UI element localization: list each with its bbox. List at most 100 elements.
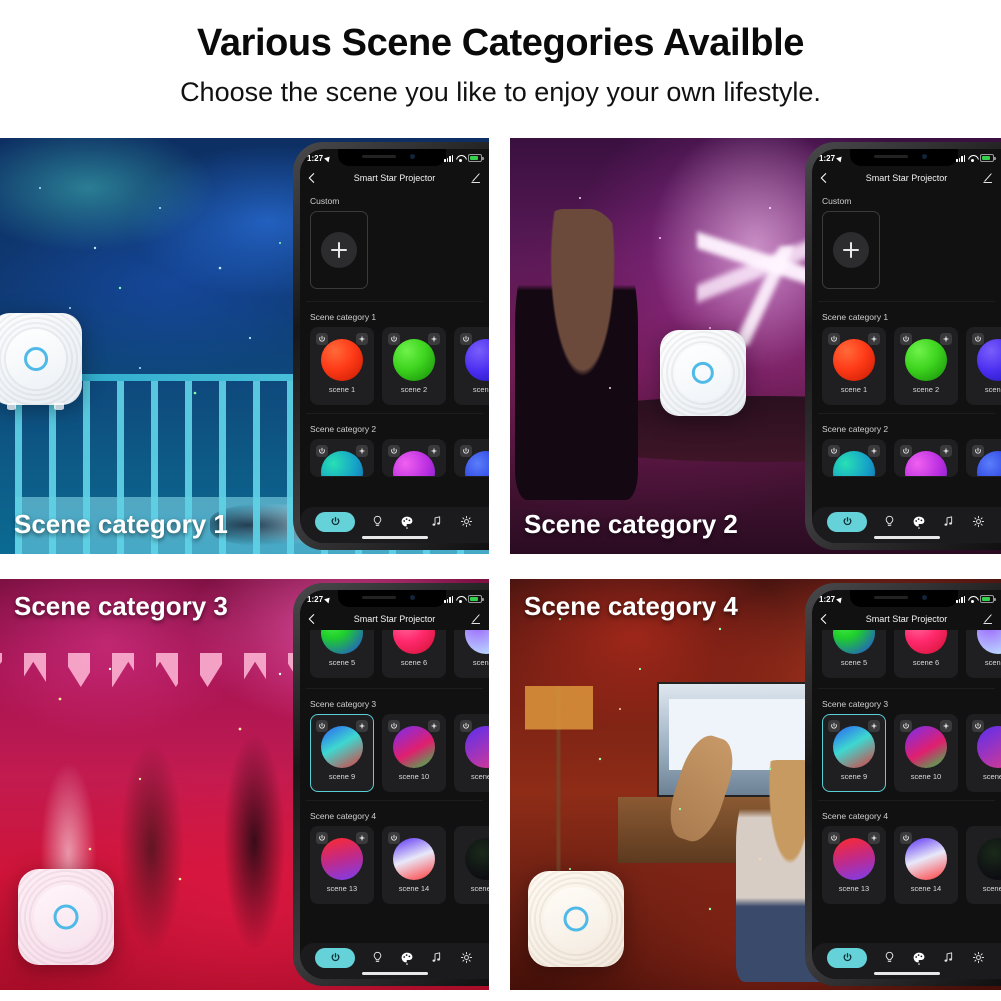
scene-card[interactable] <box>382 439 446 477</box>
pencil-edit-icon[interactable] <box>470 173 481 184</box>
scene-row-category-1[interactable]: scene 1 scene 2 scen <box>300 327 489 405</box>
scene-list[interactable]: Custom Scene category 1 scene 1 scene 2 … <box>812 189 1001 507</box>
palette-icon[interactable] <box>911 514 926 529</box>
power-toggle-icon[interactable] <box>460 720 472 732</box>
scene-card[interactable]: scene 11 <box>454 714 489 792</box>
power-toggle-icon[interactable] <box>900 720 912 732</box>
scene-card[interactable]: scene 5 <box>310 630 374 678</box>
sparkle-star-icon[interactable] <box>356 720 368 732</box>
scene-card[interactable]: scene 14 <box>894 826 958 904</box>
power-toggle-icon[interactable] <box>972 445 984 457</box>
scene-card[interactable]: scene 2 <box>894 327 958 405</box>
music-note-icon[interactable] <box>941 514 956 529</box>
bulb-icon[interactable] <box>370 514 385 529</box>
sparkle-star-icon[interactable] <box>356 832 368 844</box>
palette-icon[interactable] <box>911 950 926 965</box>
power-toggle-button[interactable] <box>827 511 868 532</box>
power-toggle-icon[interactable] <box>316 832 328 844</box>
scene-row-category-2[interactable] <box>812 439 1001 477</box>
palette-icon[interactable] <box>399 514 414 529</box>
scene-row-partial-top[interactable]: scene 5 scene 6 scene 7 <box>812 630 1001 678</box>
sparkle-star-icon[interactable] <box>356 445 368 457</box>
scene-card[interactable]: scene 7 <box>966 630 1001 678</box>
sparkle-star-icon[interactable] <box>428 333 440 345</box>
scene-list[interactable]: scene 5 scene 6 scene 7 <box>812 630 1001 943</box>
sparkle-star-icon[interactable] <box>428 720 440 732</box>
power-toggle-icon[interactable] <box>972 720 984 732</box>
sparkle-star-icon[interactable] <box>428 445 440 457</box>
scene-list[interactable]: Custom Scene category 1 scene 1 scene 2 … <box>300 189 489 507</box>
scene-row-category-3[interactable]: scene 9 scene 10 scene <box>300 714 489 792</box>
pencil-edit-icon[interactable] <box>982 173 993 184</box>
power-toggle-icon[interactable] <box>828 333 840 345</box>
bulb-icon[interactable] <box>882 514 897 529</box>
power-toggle-button[interactable] <box>315 511 356 532</box>
power-toggle-button[interactable] <box>827 947 868 968</box>
scene-card[interactable]: scene 1 <box>310 327 374 405</box>
scene-card[interactable] <box>966 439 1001 477</box>
scene-card-selected[interactable]: scene 9 <box>310 714 374 792</box>
scene-row-category-2[interactable] <box>300 439 489 477</box>
scene-card[interactable]: scene 2 <box>382 327 446 405</box>
scene-row-category-1[interactable]: scene 1 scene 2 scen <box>812 327 1001 405</box>
scene-card[interactable]: scene 10 <box>382 714 446 792</box>
power-toggle-icon[interactable] <box>828 832 840 844</box>
music-note-icon[interactable] <box>941 950 956 965</box>
music-note-icon[interactable] <box>429 514 444 529</box>
sparkle-star-icon[interactable] <box>868 720 880 732</box>
power-toggle-button[interactable] <box>315 947 356 968</box>
scene-card[interactable]: scene 3 <box>454 327 489 405</box>
chevron-left-icon[interactable] <box>820 614 827 625</box>
power-toggle-icon[interactable] <box>828 445 840 457</box>
scene-card[interactable]: scene 3 <box>966 327 1001 405</box>
scene-card-selected[interactable]: scene 9 <box>822 714 886 792</box>
pencil-edit-icon[interactable] <box>470 614 481 625</box>
palette-icon[interactable] <box>399 950 414 965</box>
power-toggle-icon[interactable] <box>460 445 472 457</box>
sparkle-star-icon[interactable] <box>868 445 880 457</box>
scene-row-category-4[interactable]: scene 13 scene 14 scene <box>812 826 1001 904</box>
power-toggle-icon[interactable] <box>460 333 472 345</box>
scene-card[interactable] <box>822 439 886 477</box>
power-toggle-icon[interactable] <box>388 445 400 457</box>
scene-card[interactable]: scene 13 <box>822 826 886 904</box>
scene-card[interactable]: scene 6 <box>382 630 446 678</box>
sparkle-star-icon[interactable] <box>940 333 952 345</box>
power-toggle-icon[interactable] <box>900 832 912 844</box>
gear-icon[interactable] <box>971 514 986 529</box>
power-toggle-icon[interactable] <box>388 720 400 732</box>
add-custom-scene-button[interactable] <box>822 211 880 289</box>
scene-list[interactable]: scene 5 scene 6 scene 7 <box>300 630 489 943</box>
power-toggle-icon[interactable] <box>900 333 912 345</box>
sparkle-star-icon[interactable] <box>868 832 880 844</box>
chevron-left-icon[interactable] <box>308 614 315 625</box>
scene-card[interactable]: scene 5 <box>822 630 886 678</box>
scene-card[interactable]: scene 14 <box>382 826 446 904</box>
music-note-icon[interactable] <box>429 950 444 965</box>
power-toggle-icon[interactable] <box>900 445 912 457</box>
scene-card[interactable]: scene 6 <box>894 630 958 678</box>
scene-card[interactable]: scene 10 <box>894 714 958 792</box>
scene-card[interactable]: scene 11 <box>966 714 1001 792</box>
gear-icon[interactable] <box>459 950 474 965</box>
gear-icon[interactable] <box>459 514 474 529</box>
sparkle-star-icon[interactable] <box>868 333 880 345</box>
bulb-icon[interactable] <box>882 950 897 965</box>
pencil-edit-icon[interactable] <box>982 614 993 625</box>
power-toggle-icon[interactable] <box>316 445 328 457</box>
scene-row-partial-top[interactable]: scene 5 scene 6 scene 7 <box>300 630 489 678</box>
scene-card[interactable]: scene 13 <box>310 826 374 904</box>
power-toggle-icon[interactable] <box>828 720 840 732</box>
power-toggle-icon[interactable] <box>316 333 328 345</box>
scene-card[interactable] <box>310 439 374 477</box>
scene-row-category-3[interactable]: scene 9 scene 10 scene <box>812 714 1001 792</box>
power-toggle-icon[interactable] <box>388 333 400 345</box>
sparkle-star-icon[interactable] <box>940 445 952 457</box>
power-toggle-icon[interactable] <box>972 333 984 345</box>
scene-card[interactable] <box>894 439 958 477</box>
bulb-icon[interactable] <box>370 950 385 965</box>
scene-card[interactable]: scene 7 <box>454 630 489 678</box>
scene-card[interactable]: scene 1 <box>822 327 886 405</box>
scene-card[interactable] <box>454 439 489 477</box>
chevron-left-icon[interactable] <box>820 173 827 184</box>
